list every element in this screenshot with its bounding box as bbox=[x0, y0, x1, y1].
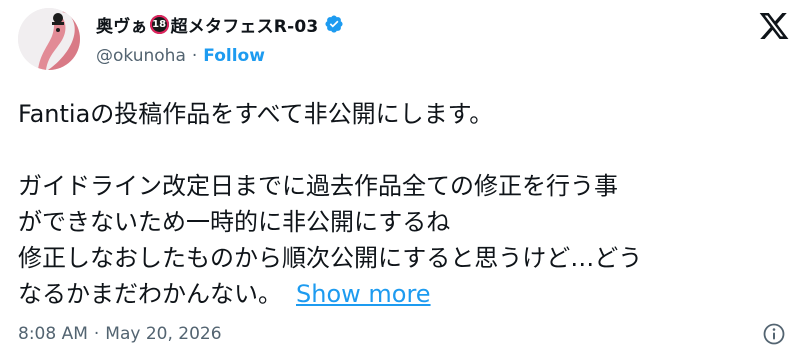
tweet-line-5-row: なるかまだわかんない。 Show more bbox=[18, 276, 788, 312]
follow-button[interactable]: Follow bbox=[203, 46, 265, 66]
avatar-image bbox=[18, 8, 80, 70]
tweet-card: 奥ヴぁ 18 超メタフェスR-03 @okunoha · Follow Fant… bbox=[0, 0, 807, 362]
show-more-link[interactable]: Show more bbox=[296, 280, 431, 308]
tweet-date: May 20, 2026 bbox=[105, 324, 222, 344]
tweet-time: 8:08 AM bbox=[18, 324, 88, 344]
handle-separator: · bbox=[191, 46, 198, 66]
handle-row: @okunoha · Follow bbox=[96, 44, 265, 68]
author-handle[interactable]: @okunoha bbox=[96, 46, 186, 66]
tweet-line-2: ガイドライン改定日までに過去作品全ての修正を行う事 bbox=[18, 172, 618, 200]
author-name-row[interactable]: 奥ヴぁ 18 超メタフェスR-03 bbox=[96, 12, 344, 37]
tweet-timestamp[interactable]: 8:08 AM · May 20, 2026 bbox=[18, 322, 222, 346]
tweet-line-4: 修正しなおしたものから順次公開にすると思うけど…どう bbox=[18, 244, 643, 272]
avatar[interactable] bbox=[18, 8, 80, 70]
tweet-line-1: Fantiaの投稿作品をすべて非公開にします。 bbox=[18, 100, 494, 128]
x-logo-icon[interactable] bbox=[758, 10, 790, 42]
display-name-suffix[interactable]: 超メタフェスR-03 bbox=[171, 12, 319, 37]
tweet-line-5: なるかまだわかんない。 bbox=[18, 280, 282, 308]
tweet-text: Fantiaの投稿作品をすべて非公開にします。 ガイドライン改定日までに過去作品… bbox=[18, 96, 788, 312]
timestamp-separator: · bbox=[93, 324, 100, 344]
age-18-badge: 18 bbox=[149, 14, 169, 34]
verified-badge-icon[interactable] bbox=[324, 14, 344, 34]
info-icon[interactable] bbox=[762, 322, 786, 346]
tweet-line-3: ができないため一時的に非公開にするね bbox=[18, 208, 451, 236]
display-name[interactable]: 奥ヴぁ bbox=[96, 12, 148, 37]
